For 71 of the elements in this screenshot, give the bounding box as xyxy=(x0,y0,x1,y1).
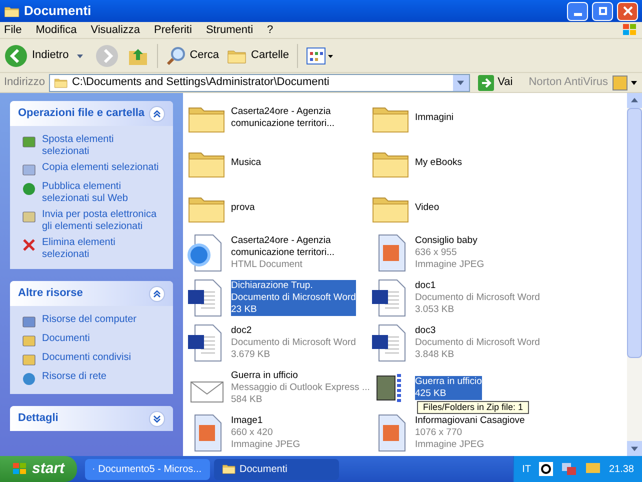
explorer-entry[interactable]: Caserta24ore - Agenzia comunicazione territori... HTML Document xyxy=(231,235,363,271)
menu-item[interactable]: Visualizza xyxy=(90,22,140,38)
caret-icon xyxy=(631,445,638,452)
expand-icon xyxy=(153,414,161,422)
close-icon xyxy=(22,238,36,252)
scroll-down-button[interactable] xyxy=(627,441,642,456)
explorer-entry[interactable]: Informagiovani Casagiove 1076 x 770 Immagine JPEG xyxy=(415,415,525,451)
explorer-entry[interactable]: Guerra in ufficio 425 KB xyxy=(415,376,482,400)
windows-logo-icon xyxy=(12,462,28,476)
explorer-entry[interactable]: Caserta24ore - Agenzia comunicazione territori... xyxy=(231,106,363,130)
menu-item[interactable]: Modifica xyxy=(36,22,77,38)
windows-logo-icon xyxy=(622,23,638,37)
menu-item[interactable]: Preferiti xyxy=(154,22,192,38)
explorer-entry[interactable]: prova xyxy=(231,202,255,214)
maximize-button[interactable] xyxy=(592,2,613,20)
panel-title: Dettagli xyxy=(18,411,60,426)
task-link[interactable]: Invia per posta elettronica gli elementi selezionati xyxy=(42,209,161,233)
taskbar-button[interactable]: Documento5 - Micros... xyxy=(84,458,210,480)
panel-title: Altre risorse xyxy=(18,286,84,302)
collapse-button[interactable] xyxy=(149,106,165,122)
antivirus-label: Norton AntiVirus xyxy=(528,75,608,90)
explorer-entry[interactable]: doc1 Documento di Microsoft Word 3.053 KB xyxy=(415,280,540,316)
caret-icon xyxy=(457,79,464,86)
go-button[interactable]: Vai xyxy=(474,74,517,91)
address-label: Indirizzo xyxy=(4,75,45,90)
clock: 21.38 xyxy=(608,462,635,476)
collapse-button[interactable] xyxy=(149,286,165,302)
close-button[interactable] xyxy=(617,2,638,20)
collapse-icon xyxy=(153,110,161,118)
collapse-button[interactable] xyxy=(149,410,165,426)
explorer-entry[interactable]: Video xyxy=(415,202,440,214)
window-title: Documenti xyxy=(24,2,92,20)
taskbar-button[interactable]: Documenti xyxy=(214,458,339,480)
views-icon[interactable] xyxy=(306,46,334,66)
collapse-icon xyxy=(153,290,161,298)
menu-item[interactable]: Strumenti xyxy=(206,22,254,38)
address-field[interactable]: C:\Documents and Settings\Administrator\Documenti xyxy=(48,74,470,92)
dropdown-button[interactable] xyxy=(452,74,469,90)
folders-button[interactable]: Cartelle xyxy=(227,47,289,64)
close-icon xyxy=(622,6,632,16)
menu-item[interactable]: File xyxy=(4,22,22,38)
caret-icon xyxy=(76,52,83,58)
task-link[interactable]: Documenti xyxy=(42,333,90,345)
task-link[interactable]: Sposta elementi selezionati xyxy=(42,134,161,158)
task-link[interactable]: Risorse del computer xyxy=(42,314,136,326)
explorer-entry[interactable]: Musica xyxy=(231,157,262,169)
scroll-up-button[interactable] xyxy=(627,93,642,108)
tooltip: Files/Folders in Zip file: 1 xyxy=(417,401,530,414)
go-arrow-icon xyxy=(478,74,494,90)
search-button[interactable]: Cerca xyxy=(166,46,220,66)
minimize-button[interactable] xyxy=(567,2,588,20)
explorer-entry[interactable]: Consiglio baby 636 x 955 Immagine JPEG xyxy=(415,235,484,271)
panel-title: Operazioni file e cartella xyxy=(18,106,146,122)
explorer-entry[interactable]: Image1 660 x 420 Immagine JPEG xyxy=(231,415,300,451)
back-button[interactable]: Indietro xyxy=(4,44,87,68)
explorer-entry[interactable]: Dichiarazione Trup. Documento di Microsoft Word 23 KB xyxy=(231,280,356,316)
menu-item[interactable]: ? xyxy=(267,22,274,38)
task-link[interactable]: Risorse di rete xyxy=(42,371,106,383)
explorer-entry[interactable]: doc2 Documento di Microsoft Word 3.679 KB xyxy=(231,325,356,361)
scrollbar[interactable] xyxy=(627,93,642,456)
task-link[interactable]: Documenti condivisi xyxy=(42,352,131,364)
search-icon xyxy=(166,46,186,66)
explorer-entry[interactable]: doc3 Documento di Microsoft Word 3.848 KB xyxy=(415,325,540,361)
task-link[interactable]: Pubblica elementi selezionati sul Web xyxy=(42,181,161,205)
caret-icon xyxy=(631,97,638,104)
explorer-entry[interactable]: Guerra in ufficio Messaggio di Outlook Express ... 584 KB xyxy=(231,370,370,406)
task-link[interactable]: Elimina elementi selezionati xyxy=(42,237,161,261)
task-link[interactable]: Copia elementi selezionati xyxy=(42,162,159,174)
explorer-entry[interactable]: Immagini xyxy=(415,112,454,124)
explorer-entry[interactable]: My eBooks xyxy=(415,157,462,169)
start-button[interactable]: start xyxy=(0,456,77,482)
